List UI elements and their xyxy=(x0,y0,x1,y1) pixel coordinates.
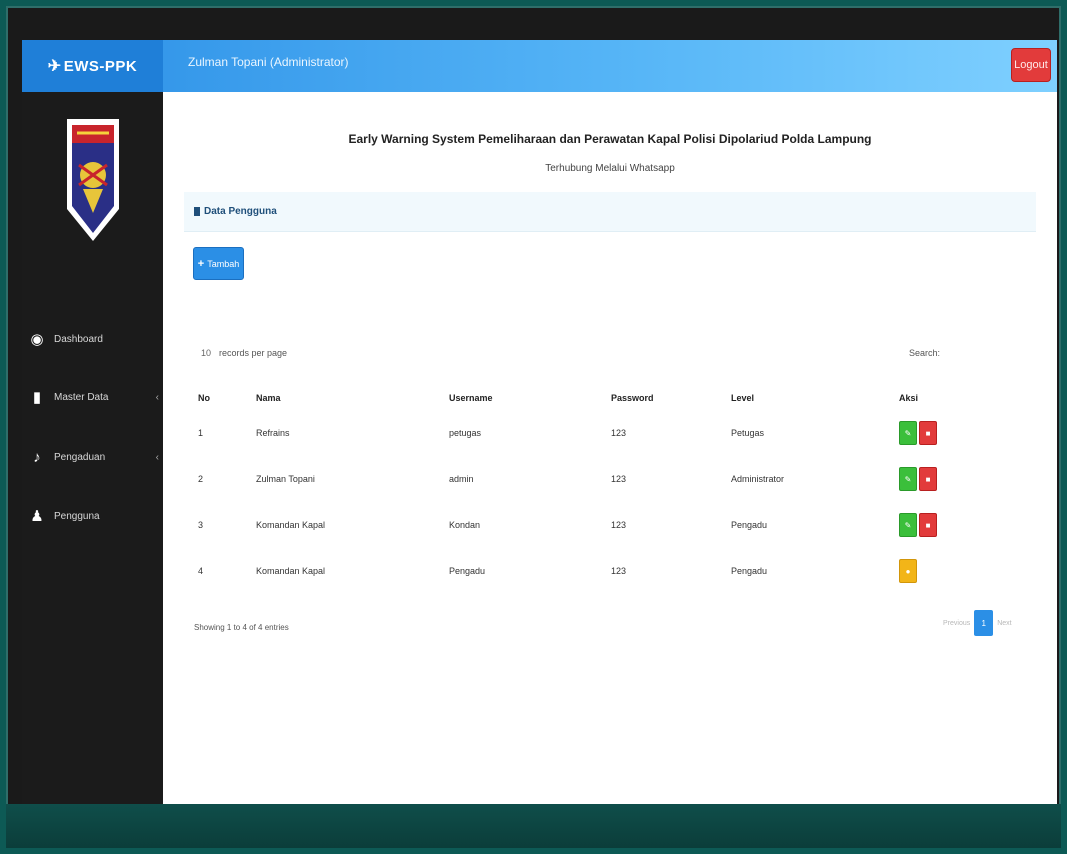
cell-aksi: ✎ ■ xyxy=(899,410,1038,456)
cell-username: admin xyxy=(449,474,474,484)
table-row: 4 Komandan Kapal Pengadu 123 Pengadu ● xyxy=(198,548,1038,594)
sidebar-item-label: Dashboard xyxy=(54,333,103,345)
table-row: 2 Zulman Topani admin 123 Administrator … xyxy=(198,456,1038,502)
table-row: 1 Refrains petugas 123 Petugas ✎ ■ xyxy=(198,410,1038,456)
sidebar-item-label: Master Data xyxy=(54,391,109,403)
panel-title: Data Pengguna xyxy=(204,206,277,217)
cell-no: 2 xyxy=(198,474,204,484)
cell-username: Pengadu xyxy=(449,566,486,576)
cell-aksi: ✎ ■ xyxy=(899,502,1038,548)
trash-icon: ■ xyxy=(925,428,931,438)
add-button-label: Tambah xyxy=(207,258,240,269)
bell-icon: ♪ xyxy=(33,448,41,466)
sidebar-item-pengaduan[interactable]: ♪ Pengaduan ‹ xyxy=(22,442,163,472)
column-header-username[interactable]: Username xyxy=(449,386,611,410)
rows-per-page-label: records per page xyxy=(219,348,288,358)
add-user-button[interactable]: + Tambah xyxy=(193,247,244,280)
column-header-no[interactable]: No xyxy=(198,386,256,410)
cell-aksi: ✎ ■ xyxy=(899,456,1038,502)
file-icon: ▮ xyxy=(32,389,42,406)
cell-username: petugas xyxy=(449,428,482,438)
sidebar-item-pengguna[interactable]: ♟ Pengguna xyxy=(22,501,163,531)
delete-button[interactable]: ■ xyxy=(919,421,937,445)
table-row: 3 Komandan Kapal Kondan 123 Pengadu ✎ ■ xyxy=(198,502,1038,548)
cell-password: 123 xyxy=(611,520,627,530)
table-info: Showing 1 to 4 of 4 entries xyxy=(194,623,289,632)
edit-button[interactable]: ✎ xyxy=(899,467,917,491)
sidebar-item-dashboard[interactable]: ◉ Dashboard xyxy=(22,324,163,354)
logout-button[interactable]: Logout xyxy=(1011,48,1051,82)
delete-button[interactable]: ■ xyxy=(919,513,937,537)
pagination: Previous 1 Next xyxy=(943,610,1012,636)
monitor-bezel xyxy=(6,804,1061,848)
cell-password: 123 xyxy=(611,474,627,484)
police-emblem-icon xyxy=(67,119,119,241)
page-title: Early Warning System Pemeliharaan dan Pe… xyxy=(348,132,872,146)
cell-password: 123 xyxy=(611,566,627,576)
detail-button[interactable]: ● xyxy=(899,559,917,583)
sidebar-item-label: Pengaduan xyxy=(54,451,106,463)
table-header-row: No Nama Username Password Level Aksi xyxy=(198,386,1038,410)
cell-aksi: ● xyxy=(899,548,1038,594)
rows-per-page: 10 records per page xyxy=(201,348,287,358)
cell-no: 3 xyxy=(198,520,204,530)
pencil-icon: ✎ xyxy=(904,428,912,438)
cell-no: 1 xyxy=(198,428,204,438)
pagination-previous[interactable]: Previous xyxy=(943,620,970,627)
main-content: Early Warning System Pemeliharaan dan Pe… xyxy=(163,92,1057,804)
trash-icon: ■ xyxy=(925,474,931,484)
page-subtitle: Terhubung Melalui Whatsapp xyxy=(545,163,675,174)
cell-nama: Komandan Kapal xyxy=(256,566,326,576)
wing-logo-icon: ✈ xyxy=(47,58,62,75)
app-window: ✈ EWS-PPK Zulman Topani (Administrator) … xyxy=(22,40,1057,804)
current-user-label: Zulman Topani (Administrator) xyxy=(188,55,349,69)
plus-icon: + xyxy=(197,257,205,270)
column-header-password[interactable]: Password xyxy=(611,386,731,410)
pagination-next[interactable]: Next xyxy=(997,620,1011,627)
cell-nama: Komandan Kapal xyxy=(256,520,326,530)
cell-no: 4 xyxy=(198,566,204,576)
pencil-icon: ✎ xyxy=(904,474,912,484)
eye-icon: ● xyxy=(905,566,911,576)
panel-marker-icon xyxy=(194,207,200,216)
edit-button[interactable]: ✎ xyxy=(899,513,917,537)
delete-button[interactable]: ■ xyxy=(919,467,937,491)
cell-nama: Zulman Topani xyxy=(256,474,315,484)
user-icon: ♟ xyxy=(30,508,44,525)
search-label: Search: xyxy=(909,348,941,358)
pagination-page-current[interactable]: 1 xyxy=(974,610,994,636)
panel-header: Data Pengguna xyxy=(184,192,1036,232)
column-header-nama[interactable]: Nama xyxy=(256,386,449,410)
cell-nama: Refrains xyxy=(256,428,290,438)
cell-password: 123 xyxy=(611,428,627,438)
sidebar-item-label: Pengguna xyxy=(54,510,100,522)
top-navbar: ✈ EWS-PPK Zulman Topani (Administrator) … xyxy=(22,40,1057,92)
rows-per-page-select[interactable]: 10 xyxy=(201,348,211,358)
trash-icon: ■ xyxy=(925,520,931,530)
column-header-aksi: Aksi xyxy=(899,393,919,403)
brand-name: EWS-PPK xyxy=(63,57,138,75)
column-header-level[interactable]: Level xyxy=(731,386,899,410)
chevron-left-icon: ‹ xyxy=(155,451,159,463)
brand-logo[interactable]: ✈ EWS-PPK xyxy=(22,40,163,92)
dashboard-icon: ◉ xyxy=(30,331,44,348)
edit-button[interactable]: ✎ xyxy=(899,421,917,445)
cell-level: Pengadu xyxy=(731,566,768,576)
sidebar: ◉ Dashboard ▮ Master Data ‹ ♪ Pengaduan … xyxy=(22,92,163,804)
users-table: No Nama Username Password Level Aksi 1 R… xyxy=(198,386,1038,594)
cell-username: Kondan xyxy=(449,520,481,530)
cell-level: Petugas xyxy=(731,428,765,438)
pencil-icon: ✎ xyxy=(904,520,912,530)
cell-level: Administrator xyxy=(731,474,785,484)
sidebar-item-master-data[interactable]: ▮ Master Data ‹ xyxy=(22,382,163,412)
chevron-left-icon: ‹ xyxy=(155,391,159,403)
cell-level: Pengadu xyxy=(731,520,768,530)
